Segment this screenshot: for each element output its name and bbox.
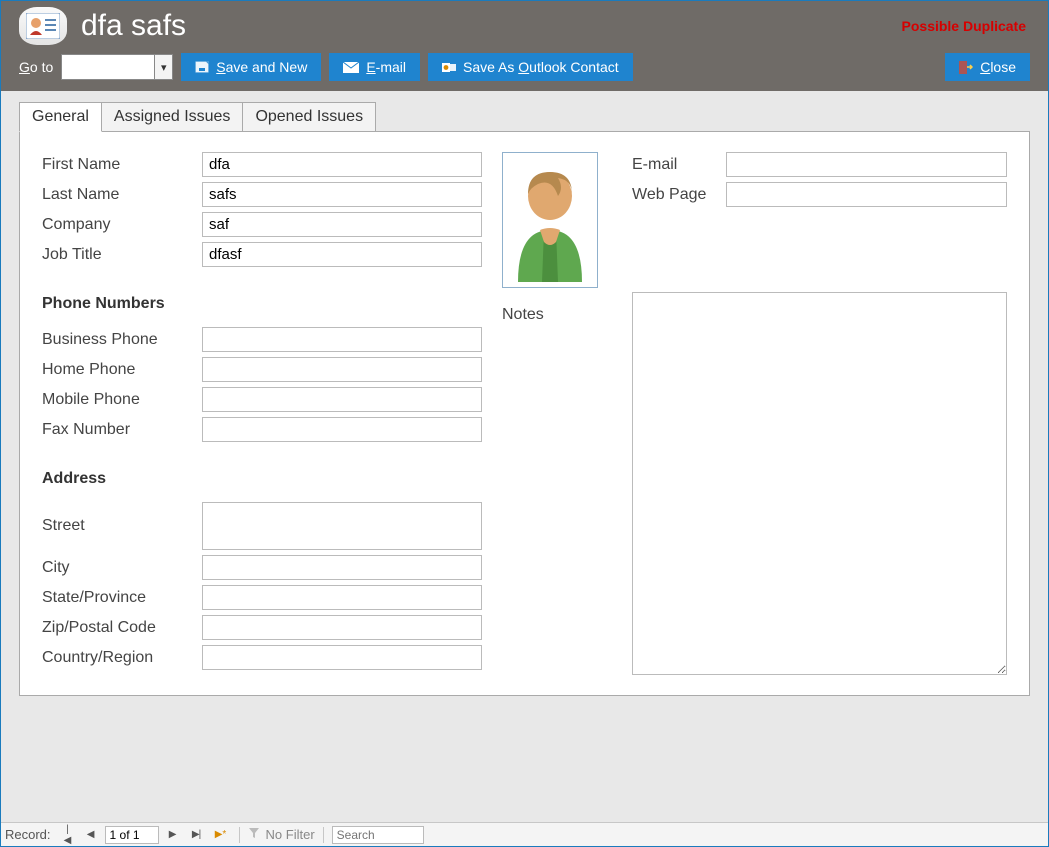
last-name-label: Last Name: [42, 186, 202, 204]
duplicate-warning: Possible Duplicate: [902, 18, 1030, 34]
company-input[interactable]: [202, 212, 482, 237]
notes-label: Notes: [502, 306, 612, 324]
tab-strip: General Assigned Issues Opened Issues: [19, 102, 1030, 132]
mobile-phone-label: Mobile Phone: [42, 391, 202, 409]
email-input[interactable]: [726, 152, 1007, 177]
filter-indicator[interactable]: No Filter: [248, 827, 315, 842]
state-label: State/Province: [42, 589, 202, 607]
record-navigator: Record: No Filter: [1, 822, 1048, 846]
street-label: Street: [42, 517, 202, 535]
tab-opened-issues[interactable]: Opened Issues: [243, 102, 376, 132]
record-search-input[interactable]: [332, 826, 424, 844]
record-position-input[interactable]: [105, 826, 159, 844]
city-label: City: [42, 559, 202, 577]
street-input[interactable]: [202, 502, 482, 550]
nav-prev-button[interactable]: [81, 826, 101, 844]
last-name-input[interactable]: [202, 182, 482, 207]
nav-new-record-button[interactable]: [211, 826, 231, 844]
tab-panel-general: First Name Last Name Company Job Title P…: [19, 131, 1030, 696]
state-input[interactable]: [202, 585, 482, 610]
email-button[interactable]: E-mail: [329, 53, 420, 81]
funnel-icon: [248, 827, 260, 842]
nav-last-button[interactable]: [187, 826, 207, 844]
save-as-outlook-button[interactable]: Save As Outlook Contact: [428, 53, 633, 81]
close-door-icon: [959, 61, 973, 74]
goto-label: Go to: [19, 59, 53, 75]
city-input[interactable]: [202, 555, 482, 580]
contact-card-icon: [19, 7, 67, 45]
home-phone-input[interactable]: [202, 357, 482, 382]
company-label: Company: [42, 216, 202, 234]
goto-combobox[interactable]: ▾: [61, 54, 173, 80]
job-title-label: Job Title: [42, 246, 202, 264]
close-button[interactable]: Close: [945, 53, 1030, 81]
mobile-phone-input[interactable]: [202, 387, 482, 412]
fax-input[interactable]: [202, 417, 482, 442]
header-bar: dfa safs Possible Duplicate Go to ▾ Save…: [1, 1, 1048, 91]
envelope-icon: [343, 62, 359, 73]
outlook-icon: [442, 61, 456, 74]
content-area: General Assigned Issues Opened Issues Fi…: [1, 91, 1048, 822]
country-input[interactable]: [202, 645, 482, 670]
fax-label: Fax Number: [42, 421, 202, 439]
phone-section-heading: Phone Numbers: [42, 295, 482, 313]
business-phone-input[interactable]: [202, 327, 482, 352]
address-section-heading: Address: [42, 470, 482, 488]
save-and-new-button[interactable]: Save and New: [181, 53, 321, 81]
email-label: E-mail: [632, 156, 726, 174]
nav-first-button[interactable]: [57, 826, 77, 844]
notes-textarea[interactable]: [632, 292, 1007, 675]
goto-input[interactable]: [62, 55, 154, 79]
separator: [239, 827, 240, 843]
first-name-input[interactable]: [202, 152, 482, 177]
chevron-down-icon[interactable]: ▾: [154, 55, 172, 79]
country-label: Country/Region: [42, 649, 202, 667]
first-name-label: First Name: [42, 156, 202, 174]
filter-text: No Filter: [266, 827, 315, 842]
tab-general[interactable]: General: [19, 102, 102, 132]
tab-assigned-issues[interactable]: Assigned Issues: [102, 102, 244, 132]
record-label: Record:: [5, 827, 51, 842]
job-title-input[interactable]: [202, 242, 482, 267]
contact-photo[interactable]: [502, 152, 598, 288]
page-title: dfa safs: [81, 9, 186, 43]
separator: [323, 827, 324, 843]
web-page-label: Web Page: [632, 186, 726, 204]
home-phone-label: Home Phone: [42, 361, 202, 379]
save-icon: [195, 61, 209, 73]
zip-input[interactable]: [202, 615, 482, 640]
business-phone-label: Business Phone: [42, 331, 202, 349]
zip-label: Zip/Postal Code: [42, 619, 202, 637]
web-page-input[interactable]: [726, 182, 1007, 207]
nav-next-button[interactable]: [163, 826, 183, 844]
